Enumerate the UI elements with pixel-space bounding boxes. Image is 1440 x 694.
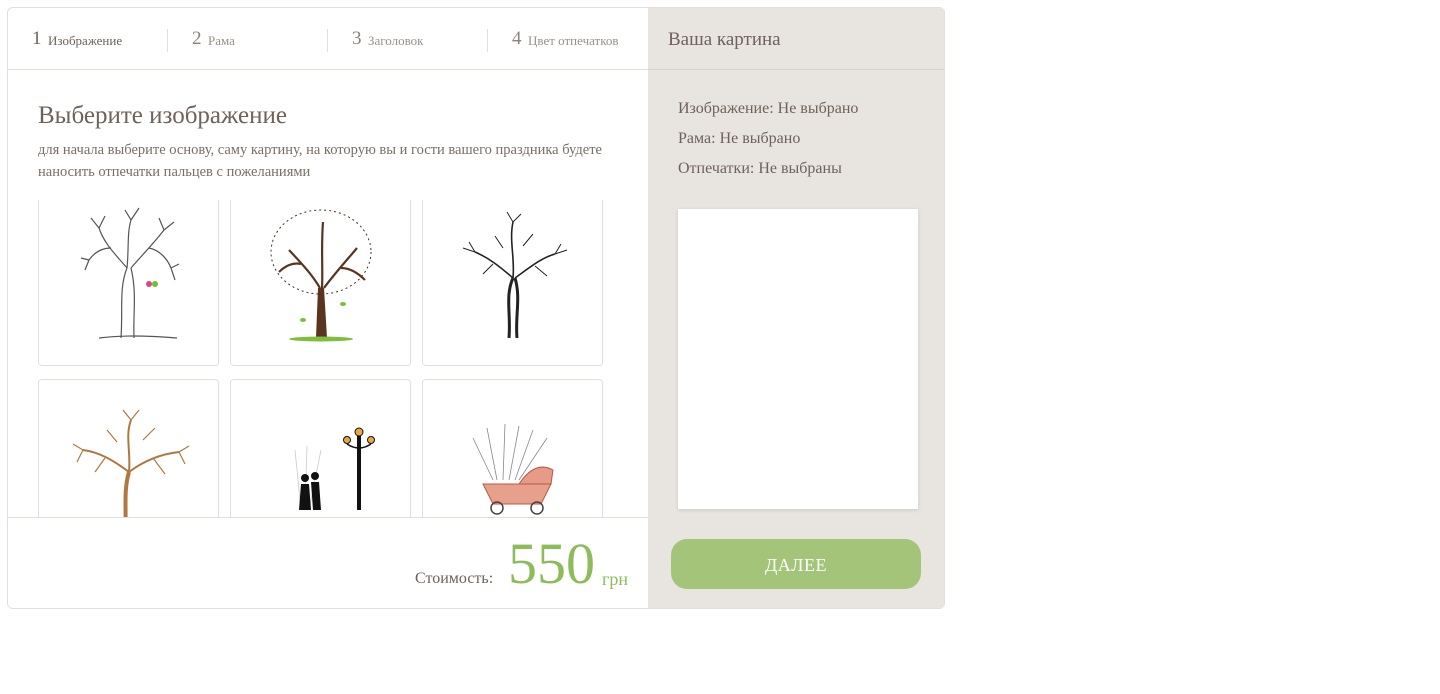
next-button[interactable]: ДАЛЕЕ <box>671 539 921 589</box>
orange-tree-icon <box>72 409 190 518</box>
picture-preview <box>678 209 918 509</box>
brown-tree-icon <box>270 209 372 342</box>
step-number: 4 <box>512 28 522 49</box>
baby-carriage-icon <box>472 423 554 515</box>
step-print-color[interactable]: 4 Цвет отпечатков <box>488 8 648 69</box>
image-card[interactable] <box>230 200 411 366</box>
section-title: Выберите изображение <box>38 102 287 129</box>
left-panel: 1 Изображение 2 Рама 3 Заголовок 4 Цвет … <box>8 8 648 608</box>
step-number: 1 <box>32 28 42 49</box>
summary-frame: Рама: Не выбрано <box>678 130 801 147</box>
price-value: 550 <box>508 531 595 596</box>
section-description: для начала выберите основу, саму картину… <box>38 142 602 180</box>
step-label: Изображение <box>48 33 123 48</box>
image-grid <box>38 200 608 518</box>
steps-nav: 1 Изображение 2 Рама 3 Заголовок 4 Цвет … <box>8 8 648 70</box>
step-label: Рама <box>208 33 235 48</box>
summary-prints: Отпечатки: Не выбраны <box>678 160 842 177</box>
image-card[interactable] <box>422 379 603 518</box>
couple-lamppost-icon <box>294 427 375 511</box>
summary-header: Ваша картина <box>648 8 944 70</box>
constructor-widget: 1 Изображение 2 Рама 3 Заголовок 4 Цвет … <box>7 7 945 609</box>
step-label: Цвет отпечатков <box>528 33 619 48</box>
step-title[interactable]: 3 Заголовок <box>328 8 488 69</box>
summary-title: Ваша картина <box>668 29 781 50</box>
step-number: 3 <box>352 28 362 49</box>
summary-image: Изображение: Не выбрано <box>678 100 859 117</box>
step-frame[interactable]: 2 Рама <box>168 8 328 69</box>
image-card[interactable] <box>422 200 603 366</box>
summary-panel: Ваша картина Изображение: Не выбрано Рам… <box>648 8 944 608</box>
step-image[interactable]: 1 Изображение <box>8 8 168 69</box>
image-card[interactable] <box>230 379 411 518</box>
black-tree-icon <box>462 211 568 339</box>
image-card[interactable] <box>38 200 219 366</box>
sketch-tree-birds-icon <box>80 207 180 339</box>
step-number: 2 <box>192 28 202 49</box>
price-currency: грн <box>602 569 629 589</box>
step-label: Заголовок <box>368 33 424 48</box>
price-footer: Стоимость: 550 грн <box>8 517 648 608</box>
price-label: Стоимость: <box>415 570 494 587</box>
image-card[interactable] <box>38 379 219 518</box>
